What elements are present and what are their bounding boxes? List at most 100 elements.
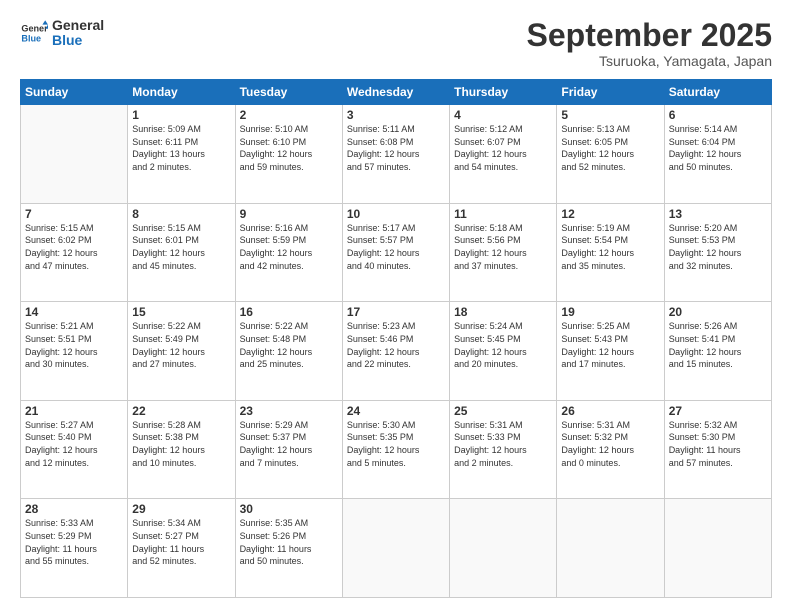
calendar-cell: 1Sunrise: 5:09 AMSunset: 6:11 PMDaylight…	[128, 105, 235, 204]
calendar-cell: 7Sunrise: 5:15 AMSunset: 6:02 PMDaylight…	[21, 203, 128, 302]
day-info: Sunrise: 5:31 AMSunset: 5:32 PMDaylight:…	[561, 419, 659, 469]
calendar-cell: 26Sunrise: 5:31 AMSunset: 5:32 PMDayligh…	[557, 400, 664, 499]
day-number: 28	[25, 502, 123, 516]
calendar-cell	[450, 499, 557, 598]
calendar-cell	[21, 105, 128, 204]
day-info: Sunrise: 5:22 AMSunset: 5:48 PMDaylight:…	[240, 320, 338, 370]
day-info: Sunrise: 5:30 AMSunset: 5:35 PMDaylight:…	[347, 419, 445, 469]
calendar-table: SundayMondayTuesdayWednesdayThursdayFrid…	[20, 79, 772, 598]
day-info: Sunrise: 5:35 AMSunset: 5:26 PMDaylight:…	[240, 517, 338, 567]
logo: General Blue General Blue	[20, 18, 104, 49]
calendar-cell: 29Sunrise: 5:34 AMSunset: 5:27 PMDayligh…	[128, 499, 235, 598]
day-number: 1	[132, 108, 230, 122]
calendar-cell: 11Sunrise: 5:18 AMSunset: 5:56 PMDayligh…	[450, 203, 557, 302]
calendar-week-row: 14Sunrise: 5:21 AMSunset: 5:51 PMDayligh…	[21, 302, 772, 401]
day-number: 5	[561, 108, 659, 122]
calendar-cell: 8Sunrise: 5:15 AMSunset: 6:01 PMDaylight…	[128, 203, 235, 302]
day-number: 8	[132, 207, 230, 221]
day-info: Sunrise: 5:25 AMSunset: 5:43 PMDaylight:…	[561, 320, 659, 370]
logo-icon: General Blue	[20, 19, 48, 47]
day-number: 10	[347, 207, 445, 221]
day-info: Sunrise: 5:18 AMSunset: 5:56 PMDaylight:…	[454, 222, 552, 272]
day-number: 30	[240, 502, 338, 516]
day-info: Sunrise: 5:11 AMSunset: 6:08 PMDaylight:…	[347, 123, 445, 173]
day-info: Sunrise: 5:24 AMSunset: 5:45 PMDaylight:…	[454, 320, 552, 370]
day-info: Sunrise: 5:13 AMSunset: 6:05 PMDaylight:…	[561, 123, 659, 173]
calendar-cell: 6Sunrise: 5:14 AMSunset: 6:04 PMDaylight…	[664, 105, 771, 204]
calendar-cell: 19Sunrise: 5:25 AMSunset: 5:43 PMDayligh…	[557, 302, 664, 401]
calendar-week-row: 1Sunrise: 5:09 AMSunset: 6:11 PMDaylight…	[21, 105, 772, 204]
page: General Blue General Blue September 2025…	[0, 0, 792, 612]
day-number: 27	[669, 404, 767, 418]
calendar-week-row: 21Sunrise: 5:27 AMSunset: 5:40 PMDayligh…	[21, 400, 772, 499]
day-number: 14	[25, 305, 123, 319]
calendar-cell: 28Sunrise: 5:33 AMSunset: 5:29 PMDayligh…	[21, 499, 128, 598]
calendar-cell: 23Sunrise: 5:29 AMSunset: 5:37 PMDayligh…	[235, 400, 342, 499]
day-info: Sunrise: 5:12 AMSunset: 6:07 PMDaylight:…	[454, 123, 552, 173]
day-number: 29	[132, 502, 230, 516]
day-number: 9	[240, 207, 338, 221]
calendar-cell: 25Sunrise: 5:31 AMSunset: 5:33 PMDayligh…	[450, 400, 557, 499]
day-info: Sunrise: 5:33 AMSunset: 5:29 PMDaylight:…	[25, 517, 123, 567]
day-info: Sunrise: 5:15 AMSunset: 6:02 PMDaylight:…	[25, 222, 123, 272]
day-info: Sunrise: 5:17 AMSunset: 5:57 PMDaylight:…	[347, 222, 445, 272]
day-info: Sunrise: 5:22 AMSunset: 5:49 PMDaylight:…	[132, 320, 230, 370]
calendar-cell: 5Sunrise: 5:13 AMSunset: 6:05 PMDaylight…	[557, 105, 664, 204]
day-number: 19	[561, 305, 659, 319]
day-number: 2	[240, 108, 338, 122]
location-subtitle: Tsuruoka, Yamagata, Japan	[527, 53, 772, 69]
logo-general: General	[52, 18, 104, 33]
day-info: Sunrise: 5:20 AMSunset: 5:53 PMDaylight:…	[669, 222, 767, 272]
svg-text:General: General	[21, 24, 48, 34]
calendar-week-row: 7Sunrise: 5:15 AMSunset: 6:02 PMDaylight…	[21, 203, 772, 302]
day-number: 15	[132, 305, 230, 319]
calendar-cell: 9Sunrise: 5:16 AMSunset: 5:59 PMDaylight…	[235, 203, 342, 302]
calendar-cell: 3Sunrise: 5:11 AMSunset: 6:08 PMDaylight…	[342, 105, 449, 204]
day-number: 25	[454, 404, 552, 418]
col-header-thursday: Thursday	[450, 80, 557, 105]
day-number: 17	[347, 305, 445, 319]
day-number: 24	[347, 404, 445, 418]
col-header-friday: Friday	[557, 80, 664, 105]
calendar-cell: 2Sunrise: 5:10 AMSunset: 6:10 PMDaylight…	[235, 105, 342, 204]
day-number: 20	[669, 305, 767, 319]
day-info: Sunrise: 5:31 AMSunset: 5:33 PMDaylight:…	[454, 419, 552, 469]
month-title: September 2025	[527, 18, 772, 53]
day-info: Sunrise: 5:34 AMSunset: 5:27 PMDaylight:…	[132, 517, 230, 567]
svg-text:Blue: Blue	[21, 34, 41, 44]
day-number: 16	[240, 305, 338, 319]
day-info: Sunrise: 5:23 AMSunset: 5:46 PMDaylight:…	[347, 320, 445, 370]
day-info: Sunrise: 5:19 AMSunset: 5:54 PMDaylight:…	[561, 222, 659, 272]
calendar-cell: 30Sunrise: 5:35 AMSunset: 5:26 PMDayligh…	[235, 499, 342, 598]
calendar-cell: 12Sunrise: 5:19 AMSunset: 5:54 PMDayligh…	[557, 203, 664, 302]
col-header-wednesday: Wednesday	[342, 80, 449, 105]
calendar-cell: 16Sunrise: 5:22 AMSunset: 5:48 PMDayligh…	[235, 302, 342, 401]
header: General Blue General Blue September 2025…	[20, 18, 772, 69]
calendar-cell: 17Sunrise: 5:23 AMSunset: 5:46 PMDayligh…	[342, 302, 449, 401]
col-header-sunday: Sunday	[21, 80, 128, 105]
day-number: 3	[347, 108, 445, 122]
calendar-cell: 18Sunrise: 5:24 AMSunset: 5:45 PMDayligh…	[450, 302, 557, 401]
day-number: 22	[132, 404, 230, 418]
col-header-tuesday: Tuesday	[235, 80, 342, 105]
day-info: Sunrise: 5:15 AMSunset: 6:01 PMDaylight:…	[132, 222, 230, 272]
calendar-cell: 20Sunrise: 5:26 AMSunset: 5:41 PMDayligh…	[664, 302, 771, 401]
day-info: Sunrise: 5:14 AMSunset: 6:04 PMDaylight:…	[669, 123, 767, 173]
calendar-cell: 22Sunrise: 5:28 AMSunset: 5:38 PMDayligh…	[128, 400, 235, 499]
calendar-cell: 14Sunrise: 5:21 AMSunset: 5:51 PMDayligh…	[21, 302, 128, 401]
day-number: 18	[454, 305, 552, 319]
logo-blue: Blue	[52, 33, 104, 48]
day-number: 7	[25, 207, 123, 221]
day-info: Sunrise: 5:09 AMSunset: 6:11 PMDaylight:…	[132, 123, 230, 173]
day-info: Sunrise: 5:26 AMSunset: 5:41 PMDaylight:…	[669, 320, 767, 370]
day-info: Sunrise: 5:16 AMSunset: 5:59 PMDaylight:…	[240, 222, 338, 272]
calendar-cell	[342, 499, 449, 598]
calendar-cell: 21Sunrise: 5:27 AMSunset: 5:40 PMDayligh…	[21, 400, 128, 499]
day-info: Sunrise: 5:28 AMSunset: 5:38 PMDaylight:…	[132, 419, 230, 469]
calendar-week-row: 28Sunrise: 5:33 AMSunset: 5:29 PMDayligh…	[21, 499, 772, 598]
calendar-header-row: SundayMondayTuesdayWednesdayThursdayFrid…	[21, 80, 772, 105]
day-info: Sunrise: 5:21 AMSunset: 5:51 PMDaylight:…	[25, 320, 123, 370]
day-number: 13	[669, 207, 767, 221]
day-info: Sunrise: 5:29 AMSunset: 5:37 PMDaylight:…	[240, 419, 338, 469]
day-number: 21	[25, 404, 123, 418]
